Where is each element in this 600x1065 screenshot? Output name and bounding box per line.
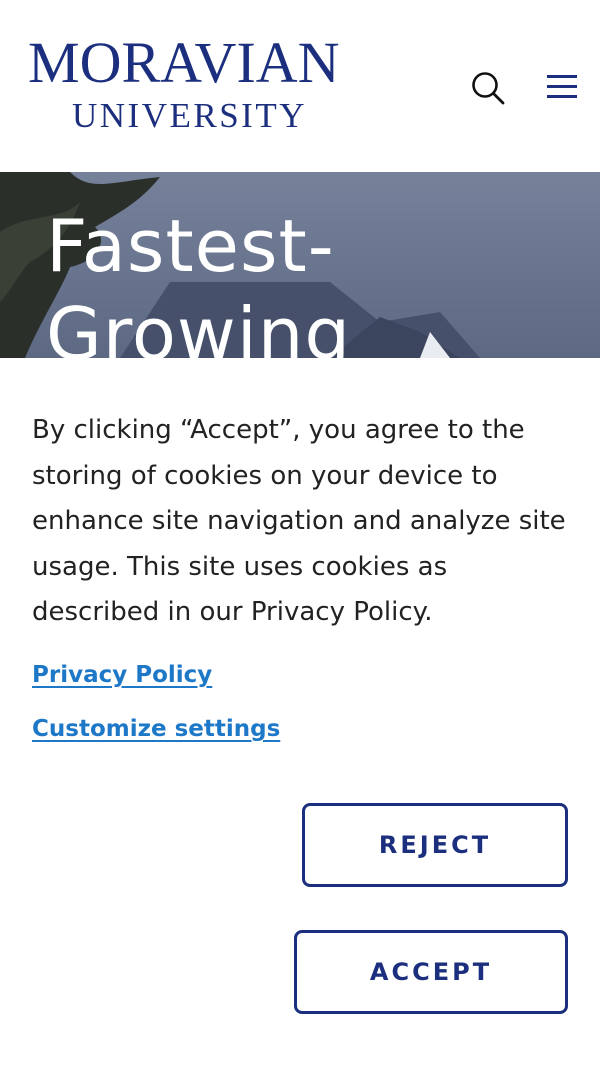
moravian-university-logo[interactable]: MORAVIAN UNIVERSITY bbox=[28, 34, 368, 134]
cookie-consent-message: By clicking “Accept”, you agree to the s… bbox=[32, 415, 566, 627]
hero-banner: Fastest-Growing bbox=[0, 172, 600, 358]
hero-title: Fastest-Growing bbox=[46, 204, 352, 358]
hamburger-menu-icon bbox=[547, 75, 577, 98]
search-button[interactable] bbox=[470, 70, 506, 106]
search-icon bbox=[472, 72, 505, 105]
customize-settings-link[interactable]: Customize settings bbox=[32, 716, 280, 742]
site-header: MORAVIAN UNIVERSITY bbox=[0, 0, 600, 172]
logo-line-university: UNIVERSITY bbox=[72, 96, 307, 135]
menu-button[interactable] bbox=[545, 72, 579, 102]
privacy-policy-link[interactable]: Privacy Policy bbox=[32, 662, 212, 688]
reject-button[interactable]: REJECT bbox=[302, 803, 568, 887]
logo-line-moravian: MORAVIAN bbox=[28, 30, 340, 95]
accept-button[interactable]: ACCEPT bbox=[294, 930, 568, 1014]
cookie-consent-dialog: By clicking “Accept”, you agree to the s… bbox=[0, 358, 600, 1065]
